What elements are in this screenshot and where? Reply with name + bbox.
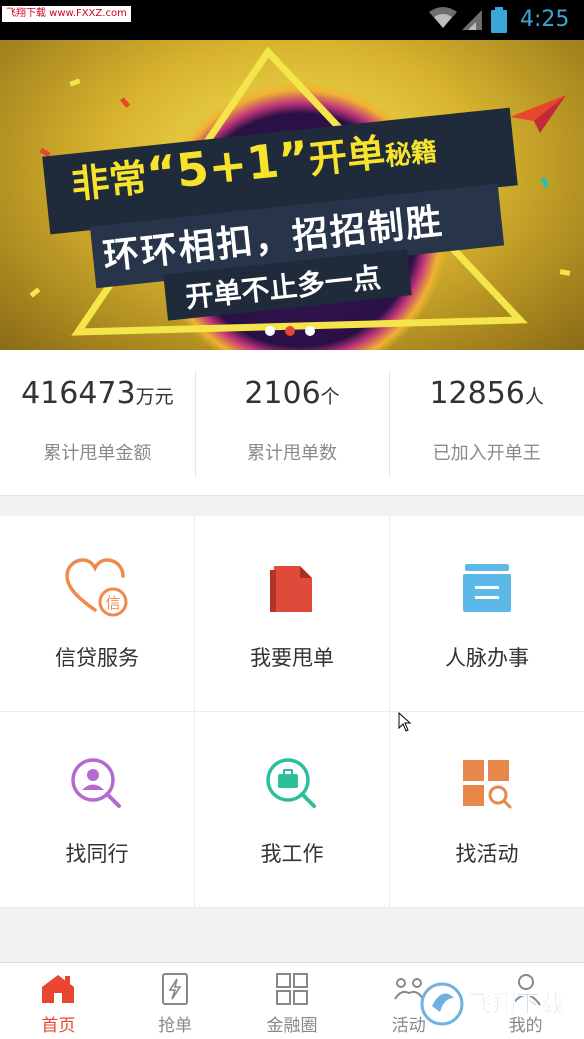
grid-item-label: 信贷服务 bbox=[55, 646, 139, 670]
page-dot[interactable] bbox=[265, 326, 275, 336]
nav-label: 抢单 bbox=[158, 1016, 193, 1036]
stat-unit: 万元 bbox=[135, 386, 174, 408]
bottom-nav: 首页 抢单 金融圈 活动 我的 bbox=[0, 962, 584, 1039]
nav-item-profile[interactable]: 我的 bbox=[467, 963, 584, 1039]
signal-icon bbox=[462, 10, 482, 30]
activity-icon bbox=[393, 978, 424, 1000]
page-dot-active[interactable] bbox=[285, 326, 295, 336]
grid-item-label: 我要甩单 bbox=[250, 646, 334, 670]
stat-number: 416473 bbox=[21, 376, 136, 411]
document-icon bbox=[270, 566, 312, 612]
search-person-icon bbox=[71, 758, 121, 808]
drawer-icon bbox=[463, 564, 511, 612]
grid-item-network-services[interactable]: 人脉办事 bbox=[390, 516, 584, 712]
clock: 4:25 bbox=[520, 7, 570, 32]
grid-item-credit-service[interactable]: 信 信贷服务 bbox=[0, 516, 195, 712]
banner-headline-small: 秘籍 bbox=[383, 136, 439, 173]
stat-value: 2106个 bbox=[195, 374, 390, 417]
paper-plane-icon bbox=[510, 95, 566, 133]
banner-headline-part: 非常 bbox=[69, 155, 150, 208]
mouse-cursor-icon bbox=[398, 712, 412, 732]
grid-icon bbox=[275, 973, 308, 1005]
promo-banner[interactable]: 非常“5+1”开单秘籍 环环相扣，招招制胜 开单不止多一点 bbox=[0, 40, 584, 350]
nav-item-grab-order[interactable]: 抢单 bbox=[117, 963, 234, 1039]
wifi-icon bbox=[429, 7, 457, 28]
nav-item-finance-circle[interactable]: 金融圈 bbox=[234, 963, 351, 1039]
search-grid-icon bbox=[463, 760, 512, 809]
banner-page-indicator bbox=[265, 326, 315, 336]
stat-label: 已加入开单王 bbox=[432, 443, 541, 464]
nav-label: 活动 bbox=[391, 1016, 426, 1036]
status-bar: 飞翔下载 www.FXXZ.com 4:25 bbox=[0, 0, 584, 40]
stat-total-amount: 416473万元 累计甩单金额 bbox=[0, 350, 195, 495]
stats-panel: 416473万元 累计甩单金额 2106个 累计甩单数 12856人 已加入开单… bbox=[0, 350, 584, 496]
grid-item-label: 找活动 bbox=[455, 842, 519, 866]
nav-label: 我的 bbox=[508, 1016, 543, 1036]
grid-item-find-peers[interactable]: 找同行 bbox=[0, 712, 195, 908]
svg-text:信: 信 bbox=[105, 594, 120, 612]
stat-value: 12856人 bbox=[389, 374, 584, 417]
grid-item-post-order[interactable]: 我要甩单 bbox=[195, 516, 390, 712]
banner-headline-part: 开单 bbox=[306, 130, 388, 183]
search-briefcase-icon bbox=[266, 758, 316, 808]
stat-number: 2106 bbox=[244, 376, 321, 411]
grab-order-icon bbox=[162, 973, 189, 1005]
grid-item-label: 人脉办事 bbox=[445, 646, 529, 670]
grid-item-my-work[interactable]: 我工作 bbox=[195, 712, 390, 908]
home-icon bbox=[42, 975, 75, 1003]
grid-item-label: 找同行 bbox=[65, 842, 129, 866]
nav-item-home[interactable]: 首页 bbox=[0, 963, 117, 1039]
grid-item-label: 我工作 bbox=[260, 842, 324, 866]
stat-value: 416473万元 bbox=[0, 374, 195, 417]
stat-members: 12856人 已加入开单王 bbox=[389, 350, 584, 495]
stat-total-orders: 2106个 累计甩单数 bbox=[194, 350, 390, 495]
watermark-label: 飞翔下载 www.FXXZ.com bbox=[2, 6, 131, 22]
heart-credit-icon: 信 bbox=[65, 558, 128, 617]
battery-icon bbox=[491, 7, 507, 33]
profile-icon bbox=[510, 974, 541, 1006]
stat-label: 累计甩单金额 bbox=[43, 443, 152, 464]
stat-unit: 个 bbox=[320, 386, 340, 408]
feature-grid: 信 信贷服务 我要甩单 人脉办事 找同行 我工作 找活动 bbox=[0, 516, 584, 908]
stat-label: 累计甩单数 bbox=[247, 443, 337, 464]
stat-number: 12856 bbox=[429, 376, 525, 411]
stat-unit: 人 bbox=[524, 386, 544, 408]
nav-label: 首页 bbox=[41, 1016, 76, 1036]
page-dot[interactable] bbox=[305, 326, 315, 336]
nav-item-activity[interactable]: 活动 bbox=[350, 963, 467, 1039]
app-screen: 飞翔下载 www.FXXZ.com 4:25 非常“5+1”开单秘籍 环环相扣，… bbox=[0, 0, 584, 1039]
grid-item-find-events[interactable]: 找活动 bbox=[390, 712, 584, 908]
nav-label: 金融圈 bbox=[266, 1016, 318, 1036]
